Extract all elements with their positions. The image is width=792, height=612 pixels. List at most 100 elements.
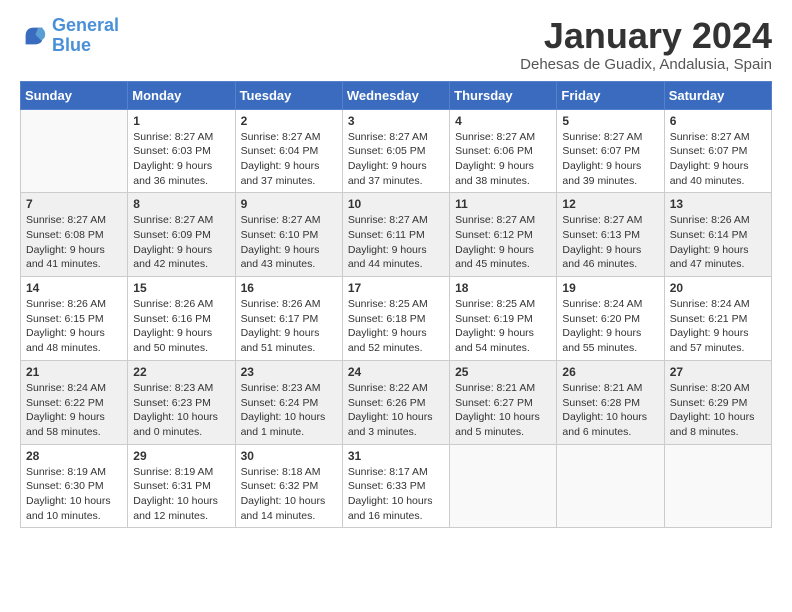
calendar-day-cell: 2 Sunrise: 8:27 AMSunset: 6:04 PMDaylight… <box>235 109 342 193</box>
day-info: Sunrise: 8:18 AMSunset: 6:32 PMDaylight:… <box>241 465 337 524</box>
weekday-header: Saturday <box>664 81 771 109</box>
day-info: Sunrise: 8:23 AMSunset: 6:23 PMDaylight:… <box>133 381 229 440</box>
day-number: 17 <box>348 281 444 295</box>
weekday-header: Tuesday <box>235 81 342 109</box>
calendar-week-row: 1 Sunrise: 8:27 AMSunset: 6:03 PMDaylight… <box>21 109 772 193</box>
calendar-day-cell: 29 Sunrise: 8:19 AMSunset: 6:31 PMDayligh… <box>128 444 235 528</box>
calendar-day-cell: 23Sunrise: 8:23 AMSunset: 6:24 PMDayligh… <box>235 360 342 444</box>
calendar-day-cell <box>557 444 664 528</box>
day-info: Sunrise: 8:27 AMSunset: 6:06 PMDaylight:… <box>455 130 551 189</box>
day-number: 12 <box>562 197 658 211</box>
calendar-body: 1 Sunrise: 8:27 AMSunset: 6:03 PMDaylight… <box>21 109 772 528</box>
weekday-header: Friday <box>557 81 664 109</box>
day-info: Sunrise: 8:27 AMSunset: 6:03 PMDaylight:… <box>133 130 229 189</box>
day-info: Sunrise: 8:19 AMSunset: 6:30 PMDaylight:… <box>26 465 122 524</box>
day-number: 15 <box>133 281 229 295</box>
day-info: Sunrise: 8:27 AMSunset: 6:04 PMDaylight:… <box>241 130 337 189</box>
calendar-day-cell: 25 Sunrise: 8:21 AMSunset: 6:27 PMDayligh… <box>450 360 557 444</box>
weekday-header: Monday <box>128 81 235 109</box>
day-number: 7 <box>26 197 122 211</box>
day-info: Sunrise: 8:26 AMSunset: 6:16 PMDaylight:… <box>133 297 229 356</box>
calendar-day-cell: 14 Sunrise: 8:26 AMSunset: 6:15 PMDayligh… <box>21 277 128 361</box>
calendar-header-row: SundayMondayTuesdayWednesdayThursdayFrid… <box>21 81 772 109</box>
calendar-day-cell <box>21 109 128 193</box>
calendar-day-cell <box>664 444 771 528</box>
weekday-header: Thursday <box>450 81 557 109</box>
calendar-day-cell: 12 Sunrise: 8:27 AMSunset: 6:13 PMDayligh… <box>557 193 664 277</box>
calendar-day-cell: 28 Sunrise: 8:19 AMSunset: 6:30 PMDayligh… <box>21 444 128 528</box>
calendar-day-cell: 7Sunrise: 8:27 AMSunset: 6:08 PMDaylight… <box>21 193 128 277</box>
day-info: Sunrise: 8:26 AMSunset: 6:14 PMDaylight:… <box>670 213 766 272</box>
calendar-day-cell: 22Sunrise: 8:23 AMSunset: 6:23 PMDayligh… <box>128 360 235 444</box>
calendar-day-cell: 6 Sunrise: 8:27 AMSunset: 6:07 PMDaylight… <box>664 109 771 193</box>
day-number: 9 <box>241 197 337 211</box>
day-number: 4 <box>455 114 551 128</box>
calendar-table: SundayMondayTuesdayWednesdayThursdayFrid… <box>20 81 772 529</box>
day-info: Sunrise: 8:27 AMSunset: 6:12 PMDaylight:… <box>455 213 551 272</box>
calendar-day-cell: 27Sunrise: 8:20 AMSunset: 6:29 PMDayligh… <box>664 360 771 444</box>
calendar-day-cell: 15 Sunrise: 8:26 AMSunset: 6:16 PMDayligh… <box>128 277 235 361</box>
day-info: Sunrise: 8:24 AMSunset: 6:22 PMDaylight:… <box>26 381 122 440</box>
day-number: 5 <box>562 114 658 128</box>
calendar-day-cell: 11Sunrise: 8:27 AMSunset: 6:12 PMDayligh… <box>450 193 557 277</box>
calendar-day-cell: 3 Sunrise: 8:27 AMSunset: 6:05 PMDaylight… <box>342 109 449 193</box>
day-number: 25 <box>455 365 551 379</box>
calendar-day-cell: 17 Sunrise: 8:25 AMSunset: 6:18 PMDayligh… <box>342 277 449 361</box>
calendar-day-cell: 5Sunrise: 8:27 AMSunset: 6:07 PMDaylight… <box>557 109 664 193</box>
location-subtitle: Dehesas de Guadix, Andalusia, Spain <box>520 56 772 73</box>
day-number: 28 <box>26 449 122 463</box>
calendar-day-cell: 19 Sunrise: 8:24 AMSunset: 6:20 PMDayligh… <box>557 277 664 361</box>
calendar-day-cell: 21 Sunrise: 8:24 AMSunset: 6:22 PMDayligh… <box>21 360 128 444</box>
day-number: 2 <box>241 114 337 128</box>
day-number: 6 <box>670 114 766 128</box>
weekday-header: Wednesday <box>342 81 449 109</box>
day-info: Sunrise: 8:24 AMSunset: 6:20 PMDaylight:… <box>562 297 658 356</box>
calendar-week-row: 7Sunrise: 8:27 AMSunset: 6:08 PMDaylight… <box>21 193 772 277</box>
calendar-day-cell: 16 Sunrise: 8:26 AMSunset: 6:17 PMDayligh… <box>235 277 342 361</box>
logo-text: General Blue <box>52 16 119 56</box>
day-number: 10 <box>348 197 444 211</box>
calendar-day-cell: 4 Sunrise: 8:27 AMSunset: 6:06 PMDaylight… <box>450 109 557 193</box>
day-number: 14 <box>26 281 122 295</box>
day-info: Sunrise: 8:27 AMSunset: 6:09 PMDaylight:… <box>133 213 229 272</box>
calendar-day-cell: 26 Sunrise: 8:21 AMSunset: 6:28 PMDayligh… <box>557 360 664 444</box>
day-number: 3 <box>348 114 444 128</box>
day-number: 19 <box>562 281 658 295</box>
day-number: 24 <box>348 365 444 379</box>
calendar-day-cell: 18 Sunrise: 8:25 AMSunset: 6:19 PMDayligh… <box>450 277 557 361</box>
calendar-day-cell: 13Sunrise: 8:26 AMSunset: 6:14 PMDayligh… <box>664 193 771 277</box>
page-header: General Blue January 2024 Dehesas de Gua… <box>20 16 772 73</box>
day-info: Sunrise: 8:20 AMSunset: 6:29 PMDaylight:… <box>670 381 766 440</box>
day-info: Sunrise: 8:27 AMSunset: 6:05 PMDaylight:… <box>348 130 444 189</box>
calendar-day-cell: 10Sunrise: 8:27 AMSunset: 6:11 PMDayligh… <box>342 193 449 277</box>
calendar-day-cell: 9Sunrise: 8:27 AMSunset: 6:10 PMDaylight… <box>235 193 342 277</box>
day-number: 16 <box>241 281 337 295</box>
day-number: 26 <box>562 365 658 379</box>
day-info: Sunrise: 8:27 AMSunset: 6:13 PMDaylight:… <box>562 213 658 272</box>
day-info: Sunrise: 8:25 AMSunset: 6:19 PMDaylight:… <box>455 297 551 356</box>
day-info: Sunrise: 8:22 AMSunset: 6:26 PMDaylight:… <box>348 381 444 440</box>
day-info: Sunrise: 8:26 AMSunset: 6:15 PMDaylight:… <box>26 297 122 356</box>
day-number: 8 <box>133 197 229 211</box>
calendar-week-row: 28 Sunrise: 8:19 AMSunset: 6:30 PMDayligh… <box>21 444 772 528</box>
calendar-day-cell: 24 Sunrise: 8:22 AMSunset: 6:26 PMDayligh… <box>342 360 449 444</box>
calendar-week-row: 14 Sunrise: 8:26 AMSunset: 6:15 PMDayligh… <box>21 277 772 361</box>
calendar-day-cell: 31Sunrise: 8:17 AMSunset: 6:33 PMDayligh… <box>342 444 449 528</box>
calendar-week-row: 21 Sunrise: 8:24 AMSunset: 6:22 PMDayligh… <box>21 360 772 444</box>
day-info: Sunrise: 8:26 AMSunset: 6:17 PMDaylight:… <box>241 297 337 356</box>
day-number: 30 <box>241 449 337 463</box>
calendar-title-area: January 2024 Dehesas de Guadix, Andalusi… <box>520 16 772 73</box>
day-number: 1 <box>133 114 229 128</box>
day-info: Sunrise: 8:21 AMSunset: 6:28 PMDaylight:… <box>562 381 658 440</box>
calendar-day-cell: 30 Sunrise: 8:18 AMSunset: 6:32 PMDayligh… <box>235 444 342 528</box>
day-info: Sunrise: 8:21 AMSunset: 6:27 PMDaylight:… <box>455 381 551 440</box>
day-number: 29 <box>133 449 229 463</box>
day-info: Sunrise: 8:27 AMSunset: 6:07 PMDaylight:… <box>670 130 766 189</box>
day-info: Sunrise: 8:19 AMSunset: 6:31 PMDaylight:… <box>133 465 229 524</box>
day-number: 21 <box>26 365 122 379</box>
day-info: Sunrise: 8:25 AMSunset: 6:18 PMDaylight:… <box>348 297 444 356</box>
logo: General Blue <box>20 16 119 56</box>
day-number: 18 <box>455 281 551 295</box>
weekday-header: Sunday <box>21 81 128 109</box>
month-year-title: January 2024 <box>520 16 772 56</box>
